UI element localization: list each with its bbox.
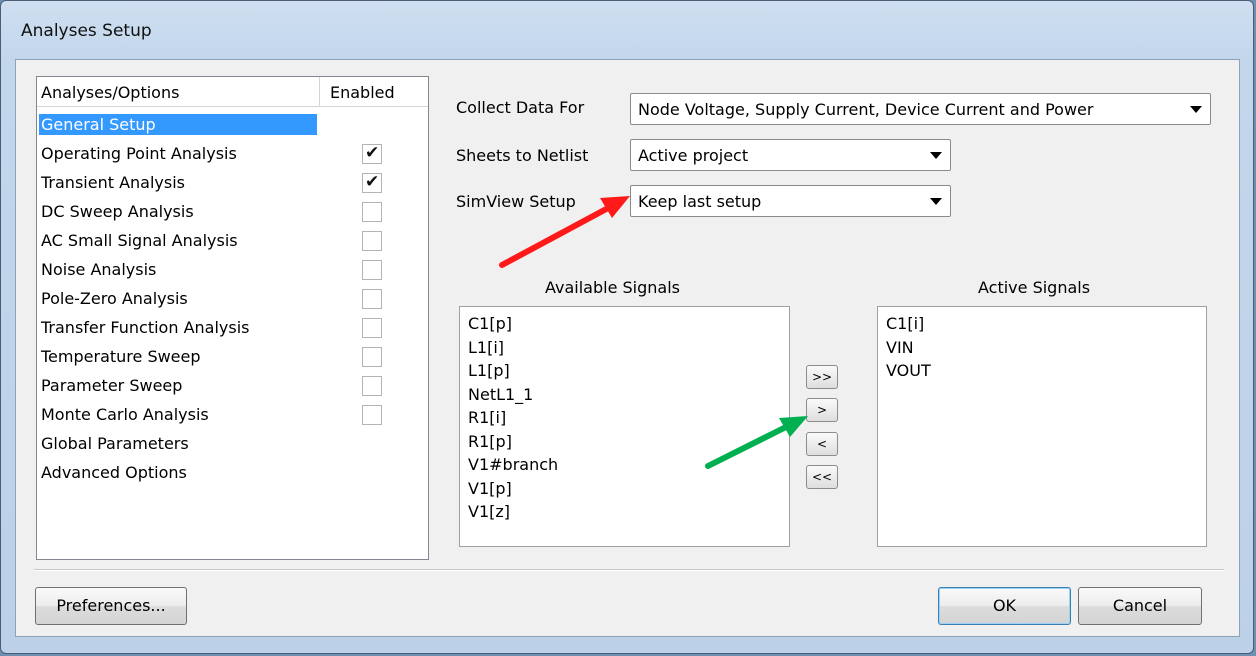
sheets-to-netlist-label: Sheets to Netlist: [456, 146, 589, 165]
sheets-to-netlist-dropdown[interactable]: Active project: [630, 139, 951, 171]
dialog-title: Analyses Setup: [21, 21, 152, 41]
enabled-checkbox[interactable]: [362, 289, 382, 309]
signal-item[interactable]: VOUT: [886, 360, 931, 381]
list-item-label: Operating Point Analysis: [41, 144, 237, 163]
add-all-signals-button[interactable]: >>: [806, 365, 838, 389]
signal-item[interactable]: NetL1_1: [468, 384, 533, 405]
available-signals-label: Available Signals: [545, 278, 680, 297]
signal-item[interactable]: VIN: [886, 337, 914, 358]
chevron-down-icon: [930, 198, 942, 205]
list-item[interactable]: Temperature Sweep: [37, 343, 428, 372]
list-item-label: AC Small Signal Analysis: [41, 231, 238, 250]
enabled-checkbox[interactable]: [362, 231, 382, 251]
header-analyses-options[interactable]: Analyses/Options: [41, 83, 179, 102]
list-item[interactable]: Transient Analysis: [37, 169, 428, 198]
chevron-down-icon: [930, 152, 942, 159]
add-signal-button[interactable]: >: [806, 398, 838, 422]
cancel-button[interactable]: Cancel: [1078, 587, 1202, 625]
signal-item[interactable]: C1[i]: [886, 313, 924, 334]
enabled-checkbox[interactable]: [362, 202, 382, 222]
analyses-setup-dialog: Analyses Setup Analyses/Options Enabled …: [0, 0, 1254, 654]
active-signals-list[interactable]: C1[i] VIN VOUT: [877, 306, 1207, 547]
signal-item[interactable]: C1[p]: [468, 313, 512, 334]
signal-item[interactable]: R1[p]: [468, 431, 512, 452]
list-item[interactable]: General Setup: [37, 111, 428, 140]
list-item-label: DC Sweep Analysis: [41, 202, 194, 221]
active-signals-label: Active Signals: [978, 278, 1091, 297]
enabled-checkbox[interactable]: [362, 143, 382, 164]
enabled-checkbox[interactable]: [362, 376, 382, 396]
signal-item[interactable]: L1[i]: [468, 337, 504, 358]
preferences-button[interactable]: Preferences...: [35, 587, 187, 625]
list-item[interactable]: Parameter Sweep: [37, 372, 428, 401]
signal-item[interactable]: V1[z]: [468, 501, 510, 522]
list-item-label: Transfer Function Analysis: [41, 318, 250, 337]
enabled-checkbox[interactable]: [362, 172, 382, 193]
signal-item[interactable]: V1[p]: [468, 478, 512, 499]
list-item-label: Global Parameters: [41, 434, 189, 453]
list-item-label: Noise Analysis: [41, 260, 157, 279]
list-item[interactable]: Monte Carlo Analysis: [37, 401, 428, 430]
list-item[interactable]: Transfer Function Analysis: [37, 314, 428, 343]
list-item-label: Pole-Zero Analysis: [41, 289, 188, 308]
collect-data-value: Node Voltage, Supply Current, Device Cur…: [638, 100, 1094, 119]
collect-data-label: Collect Data For: [456, 98, 585, 117]
sheets-to-netlist-value: Active project: [638, 146, 749, 165]
collect-data-dropdown[interactable]: Node Voltage, Supply Current, Device Cur…: [630, 93, 1211, 125]
list-item[interactable]: DC Sweep Analysis: [37, 198, 428, 227]
list-item-label: Transient Analysis: [41, 173, 185, 192]
list-item[interactable]: Noise Analysis: [37, 256, 428, 285]
simview-setup-value: Keep last setup: [638, 192, 762, 211]
list-item[interactable]: AC Small Signal Analysis: [37, 227, 428, 256]
signal-item[interactable]: R1[i]: [468, 407, 506, 428]
list-item[interactable]: Operating Point Analysis: [37, 140, 428, 169]
list-item-label: Monte Carlo Analysis: [41, 405, 209, 424]
header-enabled[interactable]: Enabled: [319, 77, 427, 106]
simview-setup-dropdown[interactable]: Keep last setup: [630, 185, 951, 217]
simview-setup-label: SimView Setup: [456, 192, 576, 211]
list-item-label: Parameter Sweep: [41, 376, 183, 395]
enabled-checkbox[interactable]: [362, 260, 382, 280]
analyses-rows: General Setup Operating Point Analysis Tra…: [37, 111, 428, 488]
list-item[interactable]: Pole-Zero Analysis: [37, 285, 428, 314]
signal-item[interactable]: V1#branch: [468, 454, 558, 475]
enabled-checkbox[interactable]: [362, 405, 382, 425]
footer-separator: [34, 569, 1224, 571]
ok-button[interactable]: OK: [938, 587, 1071, 625]
enabled-checkbox[interactable]: [362, 347, 382, 367]
remove-signal-button[interactable]: <: [806, 432, 838, 456]
list-item-label: Advanced Options: [41, 463, 187, 482]
list-item[interactable]: Global Parameters: [37, 430, 428, 459]
analyses-list-header: Analyses/Options Enabled: [37, 77, 428, 107]
list-item[interactable]: Advanced Options: [37, 459, 428, 488]
dialog-client-area: Analyses/Options Enabled General Setup Op…: [15, 59, 1240, 637]
chevron-down-icon: [1190, 106, 1202, 113]
list-item-label: General Setup: [39, 114, 317, 135]
list-item-label: Temperature Sweep: [41, 347, 201, 366]
signal-item[interactable]: L1[p]: [468, 360, 510, 381]
enabled-checkbox[interactable]: [362, 318, 382, 338]
analyses-list[interactable]: Analyses/Options Enabled General Setup Op…: [36, 76, 429, 560]
available-signals-list[interactable]: C1[p] L1[i] L1[p] NetL1_1 R1[i] R1[p] V1#branc…: [459, 306, 790, 547]
remove-all-signals-button[interactable]: <<: [806, 465, 838, 489]
